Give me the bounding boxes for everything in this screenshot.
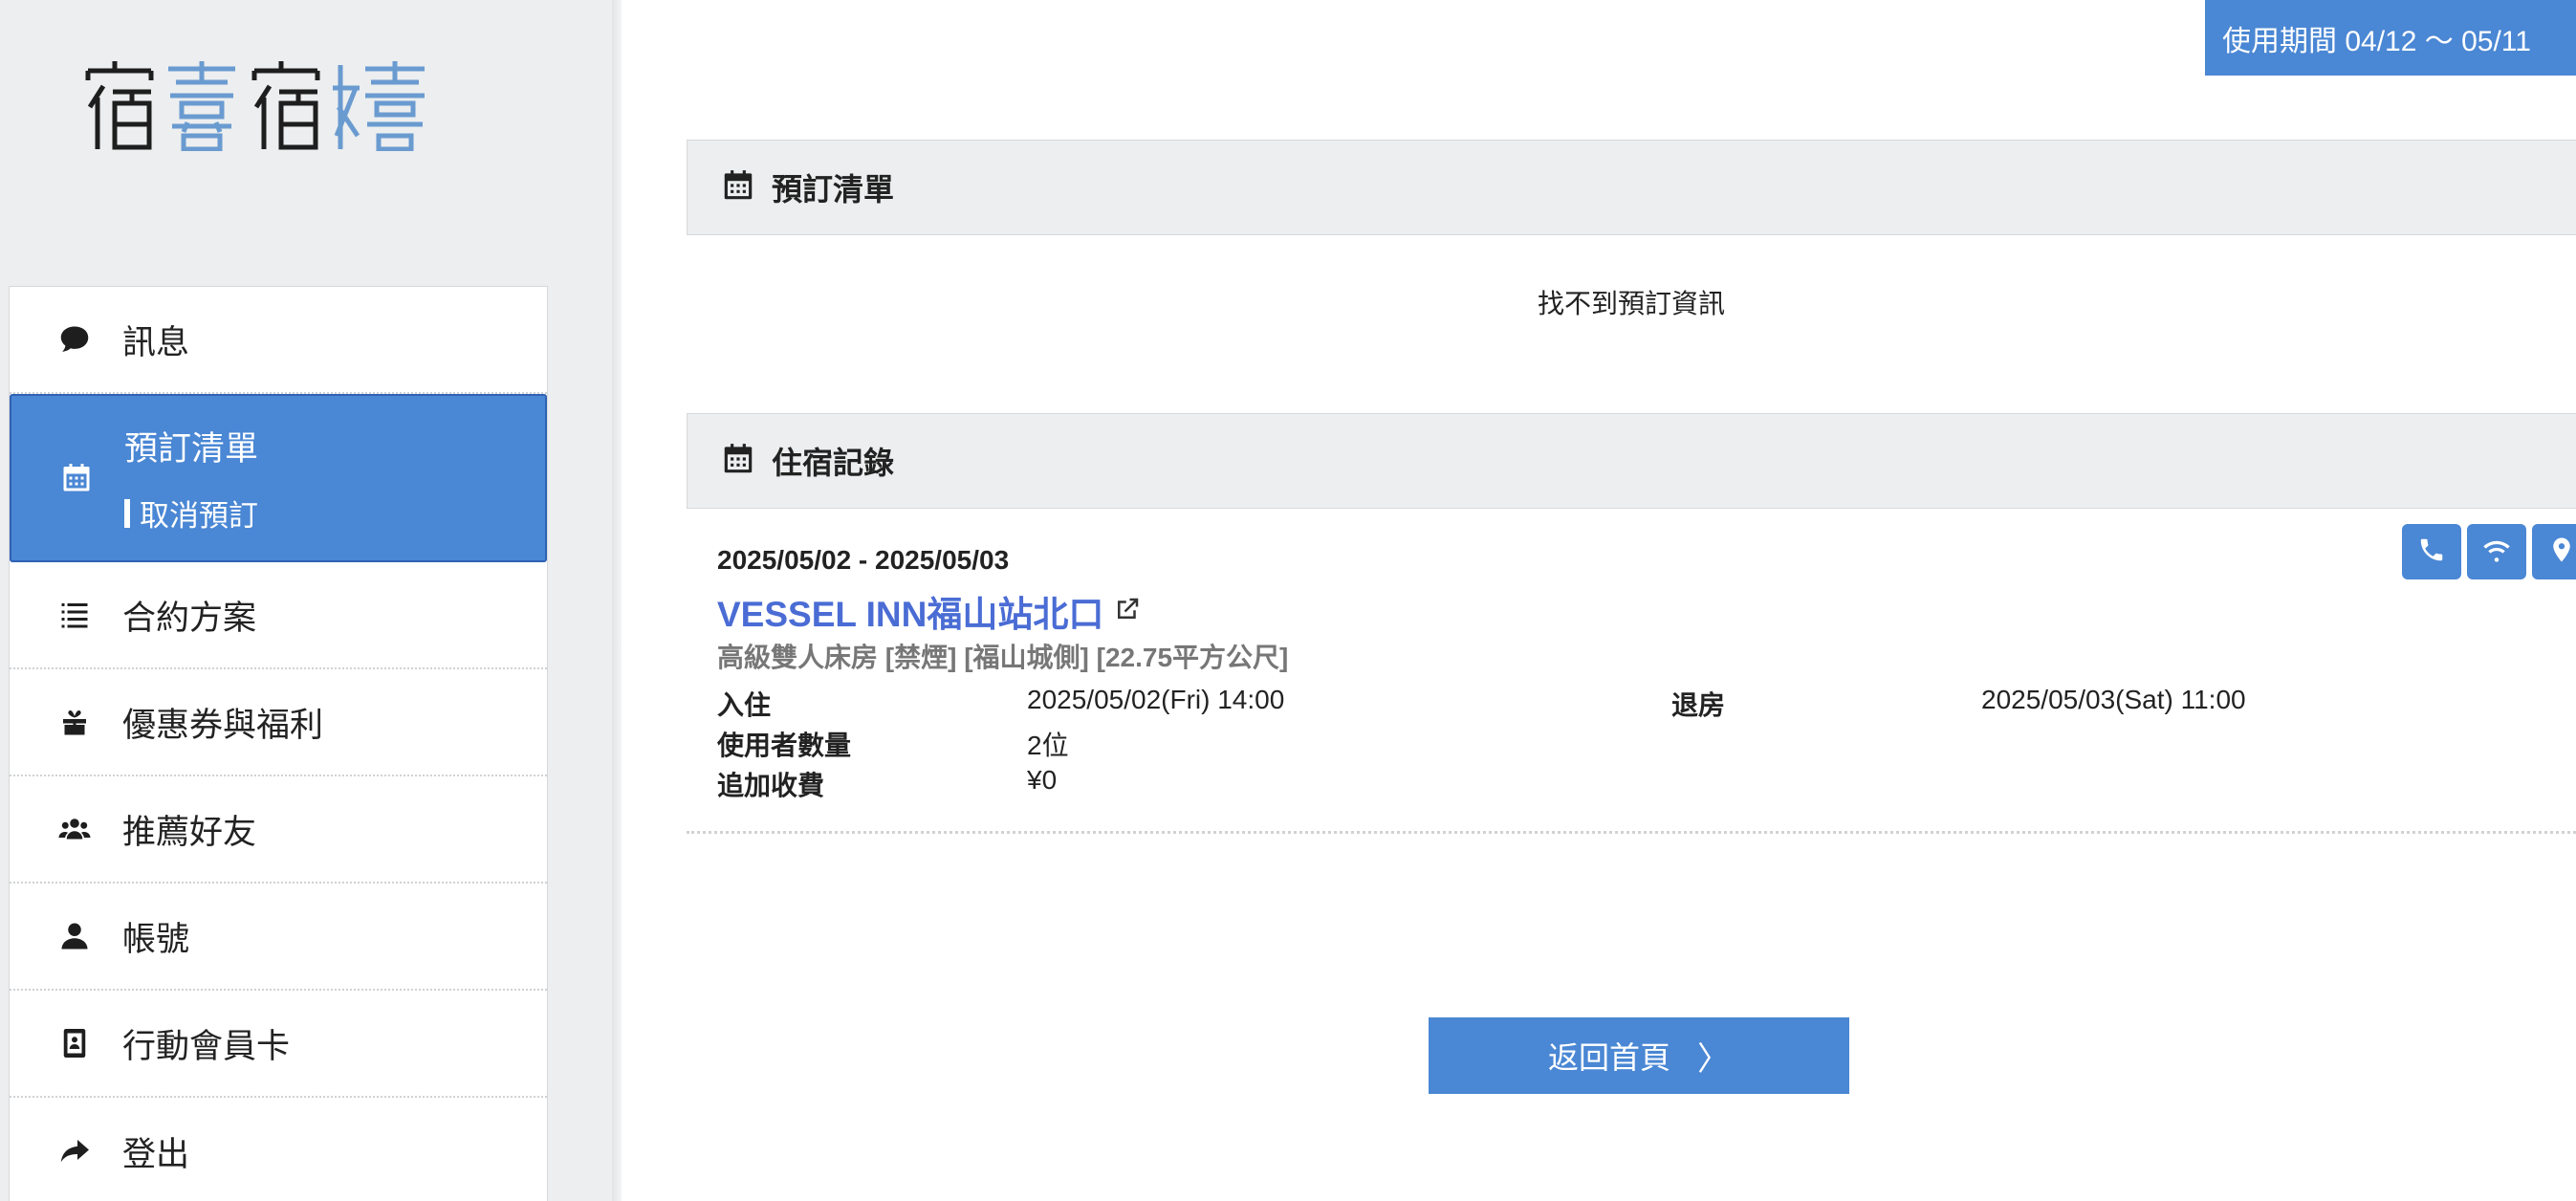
usage-period-badge: 使用期間 04/12 〜 05/11 xyxy=(2205,0,2576,76)
sidebar-item-account[interactable]: 帳號 xyxy=(10,884,547,991)
back-to-home-label: 返回首頁 xyxy=(1547,1040,1670,1075)
list-icon xyxy=(55,596,94,634)
member-card-icon xyxy=(55,1024,94,1062)
section-title: 預訂清單 xyxy=(772,172,895,207)
back-to-home-button[interactable]: 返回首頁 〉 xyxy=(1429,1017,1849,1094)
sidebar-item-logout[interactable]: 登出 xyxy=(10,1098,547,1201)
chevron-right-icon: 〉 xyxy=(1697,1040,1730,1078)
stay-dates: 2025/05/02 - 2025/05/03 xyxy=(717,545,1010,575)
user-icon xyxy=(55,917,94,955)
sidebar-item-text: 預訂清單 取消預訂 xyxy=(124,422,258,535)
sidebar-item-label: 預訂清單 xyxy=(124,430,259,468)
record-actions xyxy=(2402,524,2576,579)
subitem-marker xyxy=(124,498,130,528)
history-section-header: 住宿記錄 xyxy=(687,413,2576,509)
checkin-label: 入住 xyxy=(717,690,772,720)
call-button[interactable] xyxy=(2402,524,2461,579)
sidebar-item-label: 優惠券與福利 xyxy=(122,706,324,744)
section-title: 住宿記錄 xyxy=(772,446,895,480)
sidebar-subitem-cancel-reservation[interactable]: 取消預訂 xyxy=(124,491,258,535)
checkin-value: 2025/05/02(Fri) 14:00 xyxy=(1027,685,1285,714)
sidebar-item-label: 推薦好友 xyxy=(122,813,257,851)
hotel-name: VESSEL INN福山站北口 xyxy=(717,595,1104,634)
reservations-empty-message: 找不到預訂資訊 xyxy=(1537,289,1725,318)
sidebar-item-messages[interactable]: 訊息 xyxy=(10,287,547,394)
sidebar-item-label: 訊息 xyxy=(122,323,190,361)
sidebar-subitem-label: 取消預訂 xyxy=(140,499,258,533)
sidebar: 訊息 預訂清單 取消預訂 合約方案 優惠券與福利 推薦好友 帳號 行動會員卡 登… xyxy=(0,0,619,1201)
chat-bubble-icon xyxy=(55,320,94,359)
phone-icon xyxy=(2417,535,2446,569)
users-icon xyxy=(55,810,94,848)
calendar-icon xyxy=(720,167,756,208)
sidebar-item-plans[interactable]: 合約方案 xyxy=(10,562,547,669)
logo-graphic xyxy=(85,61,425,152)
sidebar-item-label: 登出 xyxy=(122,1135,190,1173)
reservations-section-header: 預訂清單 xyxy=(687,140,2576,235)
sidebar-item-member-card[interactable]: 行動會員卡 xyxy=(10,991,547,1098)
gift-icon xyxy=(55,703,94,741)
guests-label: 使用者數量 xyxy=(717,731,852,760)
hotel-link[interactable]: VESSEL INN福山站北口 xyxy=(717,585,1142,637)
wifi-icon xyxy=(2482,535,2511,569)
stay-record: 2025/05/02 - 2025/05/03 VESSEL INN福山站北口 … xyxy=(687,524,2576,834)
brand-logo[interactable] xyxy=(82,59,426,152)
calendar-icon xyxy=(57,459,96,497)
sidebar-item-referral[interactable]: 推薦好友 xyxy=(10,776,547,884)
calendar-icon xyxy=(720,441,756,482)
map-button[interactable] xyxy=(2532,524,2576,579)
wifi-button[interactable] xyxy=(2467,524,2526,579)
sidebar-item-coupons[interactable]: 優惠券與福利 xyxy=(10,669,547,776)
checkout-value: 2025/05/03(Sat) 11:00 xyxy=(1981,685,2246,714)
sidebar-item-label: 合約方案 xyxy=(122,599,257,637)
fee-label: 追加收費 xyxy=(717,771,825,800)
sidebar-item-label: 行動會員卡 xyxy=(122,1027,291,1065)
fee-value: ¥0 xyxy=(1027,765,1058,795)
sidebar-item-label: 帳號 xyxy=(122,920,190,958)
sidebar-item-reservations[interactable]: 預訂清單 取消預訂 xyxy=(10,394,547,562)
guests-value: 2位 xyxy=(1027,731,1069,760)
sidebar-nav: 訊息 預訂清單 取消預訂 合約方案 優惠券與福利 推薦好友 帳號 行動會員卡 登… xyxy=(9,286,548,1201)
room-type: 高級雙人床房 [禁煙] [福山城側] [22.75平方公尺] xyxy=(717,643,1289,672)
checkout-label: 退房 xyxy=(1671,690,1726,720)
sidebar-divider xyxy=(612,0,622,1201)
share-arrow-icon xyxy=(55,1132,94,1170)
map-pin-icon xyxy=(2547,535,2576,569)
external-link-icon xyxy=(1103,591,1142,632)
